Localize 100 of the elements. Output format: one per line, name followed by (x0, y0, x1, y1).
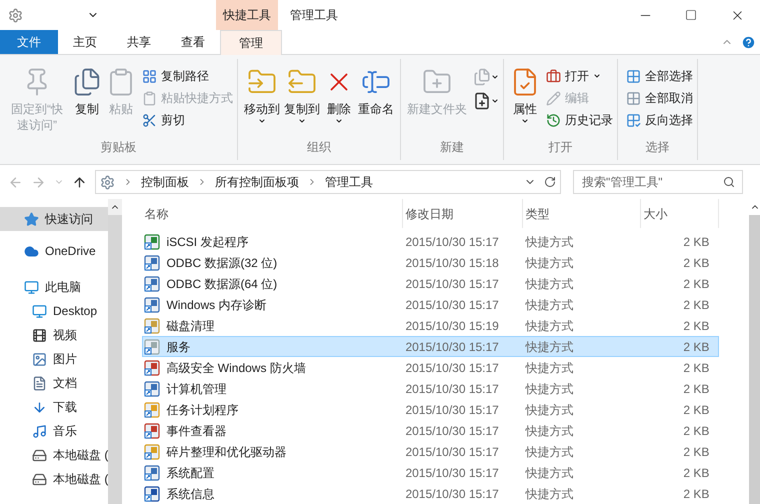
ribbon-button[interactable]: 反向选择 (626, 109, 693, 131)
file-type: 快捷方式 (524, 318, 574, 334)
ribbon-tab[interactable]: 共享 (112, 30, 166, 54)
modified-date: 2015/10/30 15:17 (404, 380, 500, 398)
file-row[interactable]: ODBC 数据源(32 位) 2015/10/30 15:18 快捷方式 2 KB (142, 252, 720, 273)
search-field[interactable]: 搜索"管理工具" (573, 170, 743, 194)
file-row[interactable]: 服务 2015/10/30 15:17 快捷方式 2 KB (142, 336, 720, 357)
column-header[interactable]: 修改日期 (403, 199, 524, 228)
ribbon-button[interactable]: 复制 (70, 63, 104, 138)
ribbon-tab[interactable]: 查看 (166, 30, 220, 54)
file-type: 快捷方式 (524, 338, 574, 356)
sidebar-item[interactable]: 视频 (0, 323, 108, 347)
sidebar-item[interactable]: 本地磁盘 ( (0, 443, 108, 467)
ribbon-tab[interactable]: 文件 (0, 30, 58, 54)
file-row[interactable]: ODBC 数据源(64 位) 2015/10/30 15:17 快捷方式 2 KB (142, 273, 720, 294)
sidebar-item[interactable]: OneDrive (0, 239, 108, 263)
file-size: 2 KB (682, 338, 710, 356)
ribbon-tab[interactable]: 主页 (58, 30, 112, 54)
file-size: 2 KB (682, 296, 710, 314)
file-row[interactable]: 系统信息 2015/10/30 15:17 快捷方式 2 KB (142, 483, 720, 504)
ribbon-button[interactable]: 历史记录 (546, 109, 613, 131)
star-icon (24, 212, 39, 226)
caret-icon (491, 73, 499, 81)
modified-date: 2015/10/30 15:17 (404, 486, 500, 502)
file-size: 2 KB (682, 402, 710, 418)
refresh-icon[interactable] (544, 176, 556, 188)
music-icon (32, 424, 47, 438)
column-header[interactable]: 名称 (142, 199, 404, 228)
ribbon-button[interactable]: 复制路径 (142, 65, 233, 87)
shortcut-icon (144, 360, 160, 376)
sidebar-item[interactable]: 快速访问 (0, 207, 108, 231)
grid-icon (626, 90, 641, 106)
sidebar-item[interactable]: 文档 (0, 371, 108, 395)
history-icon (546, 112, 561, 128)
group-label: 剪贴板 (100, 139, 138, 156)
briefcase-icon (546, 68, 561, 84)
file-name: 碎片整理和优化驱动器 (166, 444, 286, 460)
up-icon[interactable] (72, 174, 87, 190)
ribbon-button[interactable]: 剪切 (142, 109, 233, 131)
ribbon-button[interactable]: 重命名 (356, 63, 396, 138)
sidebar-item[interactable]: 下载 (0, 395, 108, 419)
sidebar-item[interactable]: 本地磁盘 ( (0, 467, 108, 491)
scrollbar[interactable] (749, 199, 760, 504)
monitor-icon (32, 304, 47, 318)
file-row[interactable]: 系统配置 2015/10/30 15:17 快捷方式 2 KB (142, 462, 720, 483)
group-label: 选择 (644, 139, 670, 156)
clipboard-icon (142, 90, 157, 106)
modified-date: 2015/10/30 15:17 (404, 464, 500, 482)
help-icon[interactable] (741, 34, 756, 50)
file-row[interactable]: 磁盘清理 2015/10/30 15:19 快捷方式 2 KB (142, 315, 720, 336)
file-row[interactable]: 事件查看器 2015/10/30 15:17 快捷方式 2 KB (142, 420, 720, 441)
file-size: 2 KB (682, 360, 710, 376)
file-name: 计算机管理 (166, 380, 226, 398)
file-row[interactable]: 任务计划程序 2015/10/30 15:17 快捷方式 2 KB (142, 399, 720, 420)
ribbon-button[interactable]: 打开 (546, 65, 613, 87)
file-row[interactable]: 碎片整理和优化驱动器 2015/10/30 15:17 快捷方式 2 KB (142, 441, 720, 462)
file-row[interactable]: Windows 内存诊断 2015/10/30 15:17 快捷方式 2 KB (142, 294, 720, 315)
sidebar-item[interactable]: 图片 (0, 347, 108, 371)
file-name: 系统配置 (166, 464, 214, 482)
file-type: 快捷方式 (524, 276, 574, 292)
file-type: 快捷方式 (524, 380, 574, 398)
shortcut-icon (144, 402, 160, 418)
sidebar-item[interactable]: 音乐 (0, 419, 108, 443)
breadcrumb[interactable]: 所有控制面板项 (215, 173, 299, 191)
sidebar-item[interactable]: 此电脑 (0, 275, 108, 299)
column-header[interactable]: 大小 (641, 199, 720, 228)
ribbon-tab[interactable]: 管理 (220, 30, 282, 55)
scissors-icon (142, 112, 157, 128)
file-row[interactable]: 计算机管理 2015/10/30 15:17 快捷方式 2 KB (142, 378, 720, 399)
file-size: 2 KB (682, 254, 710, 272)
column-header[interactable]: 类型 (523, 199, 642, 228)
shortcut-icon (144, 318, 160, 334)
ribbon-button[interactable]: 属性 (508, 63, 542, 138)
shortcut-icon (144, 464, 160, 480)
ribbon-button[interactable]: 删除 (322, 63, 356, 138)
file-type: 快捷方式 (524, 254, 574, 272)
ribbon-button[interactable]: 全部取消 (626, 87, 693, 109)
file-name: 系统信息 (166, 486, 214, 502)
ribbon-button[interactable]: 全部选择 (626, 65, 693, 87)
breadcrumb[interactable]: 管理工具 (325, 173, 373, 191)
file-name: iSCSI 发起程序 (166, 234, 248, 250)
gear-icon[interactable] (8, 8, 23, 22)
address-field[interactable]: 控制面板 所有控制面板项 管理工具 (95, 170, 561, 194)
file-row[interactable]: 高级安全 Windows 防火墙 2015/10/30 15:17 快捷方式 2 KB (142, 357, 720, 378)
ribbon-button[interactable]: 复制到 (282, 63, 322, 138)
scrollbar[interactable] (108, 199, 122, 504)
file-name: 磁盘清理 (166, 318, 214, 334)
sidebar-item[interactable]: Desktop (0, 299, 108, 323)
shortcut-icon (144, 296, 160, 312)
group-label: 组织 (306, 139, 332, 156)
modified-date: 2015/10/30 15:17 (404, 444, 500, 460)
drive-icon (32, 448, 47, 462)
ribbon-button[interactable]: 移动到 (242, 63, 282, 138)
maximize-icon[interactable] (685, 9, 697, 21)
modified-date: 2015/10/30 15:17 (404, 402, 500, 418)
file-type: 快捷方式 (524, 422, 574, 440)
breadcrumb[interactable]: 控制面板 (141, 173, 189, 191)
shortcut-icon (144, 444, 160, 460)
grid-icon (626, 68, 641, 84)
file-row[interactable]: iSCSI 发起程序 2015/10/30 15:17 快捷方式 2 KB (142, 231, 720, 252)
